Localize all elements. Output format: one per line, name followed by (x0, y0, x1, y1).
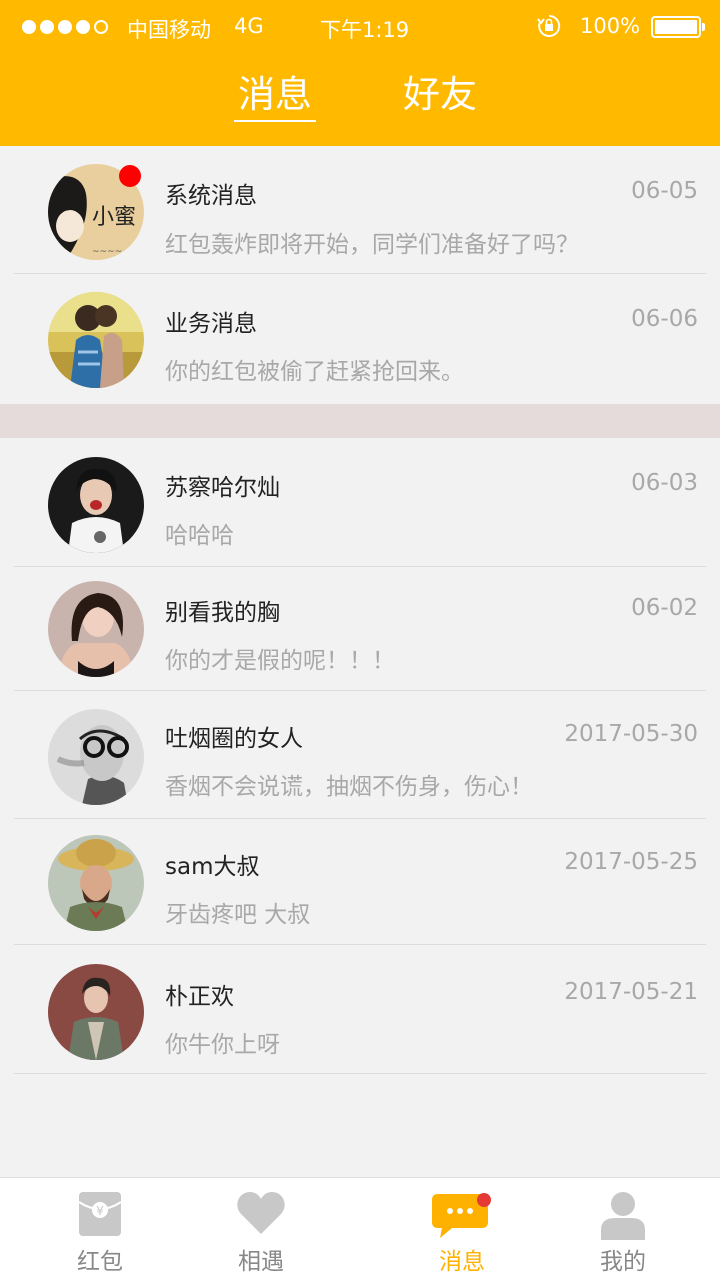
header-tabs: 消息 好友 (0, 70, 720, 126)
avatar (48, 964, 144, 1060)
person-icon (601, 1192, 645, 1240)
conversation-name: 吐烟圈的女人 (165, 726, 303, 752)
conversation-date: 06-05 (631, 178, 698, 204)
tab-friends[interactable]: 好友 (403, 70, 477, 120)
red-envelope-icon: ¥ (79, 1192, 121, 1236)
rotation-lock-icon (537, 14, 561, 37)
conversation-date: 06-03 (631, 470, 698, 496)
tabbar-label: 我的 (600, 1249, 646, 1275)
avatar (48, 292, 144, 388)
unread-badge (119, 165, 141, 187)
tabbar-label: 红包 (77, 1249, 123, 1275)
conversation-name: 系统消息 (165, 183, 257, 209)
list-item[interactable]: 别看我的胸 06-02 你的才是假的呢！！！ (0, 567, 720, 691)
system-message-list: 小蜜 ~~~~ 系统消息 06-05 红包轰炸即将开始，同学们准备好了吗？ 业务… (0, 146, 720, 404)
chat-list: 苏察哈尔灿 06-03 哈哈哈 别看我的胸 06-02 你的才是假的呢！！！ 吐… (0, 438, 720, 1074)
signal-strength-icon (22, 20, 108, 34)
conversation-name: 朴正欢 (165, 984, 234, 1010)
list-item[interactable]: 业务消息 06-06 你的红包被偷了赶紧抢回来。 (0, 274, 720, 404)
chat-bubble-icon (432, 1193, 491, 1238)
conversation-date: 2017-05-21 (564, 979, 698, 1005)
svg-text:¥: ¥ (96, 1204, 104, 1218)
tabbar-label: 相遇 (238, 1249, 284, 1275)
status-time: 下午1:19 (320, 18, 410, 42)
avatar (48, 835, 144, 931)
app-header: 中国移动 4G 下午1:19 100% 消息 好友 (0, 0, 720, 146)
avatar (48, 457, 144, 553)
list-item[interactable]: 苏察哈尔灿 06-03 哈哈哈 (0, 438, 720, 567)
status-bar: 中国移动 4G 下午1:19 100% (0, 14, 720, 42)
message-preview: 你牛你上呀 (165, 1032, 280, 1058)
avatar (48, 581, 144, 677)
tabbar-item-encounter[interactable]: 相遇 (201, 1178, 321, 1281)
list-item[interactable]: sam大叔 2017-05-25 牙齿疼吧 大叔 (0, 819, 720, 945)
message-preview: 红包轰炸即将开始，同学们准备好了吗？ (165, 232, 579, 258)
battery-icon (651, 16, 701, 38)
active-tab-indicator (234, 120, 316, 122)
message-preview: 你的才是假的呢！！！ (165, 648, 395, 674)
message-preview: 牙齿疼吧 大叔 (165, 902, 311, 928)
message-preview: 香烟不会说谎，抽烟不伤身，伤心！ (165, 774, 533, 800)
conversation-name: sam大叔 (165, 854, 260, 880)
conversation-name: 业务消息 (165, 311, 257, 337)
carrier-name: 中国移动 (127, 18, 211, 42)
conversation-name: 苏察哈尔灿 (165, 475, 280, 501)
tab-messages[interactable]: 消息 (238, 70, 312, 120)
list-item[interactable]: 朴正欢 2017-05-21 你牛你上呀 (0, 945, 720, 1074)
message-preview: 哈哈哈 (165, 523, 234, 549)
tabbar-item-messages[interactable]: 消息 (402, 1178, 522, 1281)
list-item[interactable]: 吐烟圈的女人 2017-05-30 香烟不会说谎，抽烟不伤身，伤心！ (0, 691, 720, 819)
avatar (48, 709, 144, 805)
section-divider (0, 404, 720, 438)
conversation-date: 06-06 (631, 306, 698, 332)
network-type: 4G (234, 14, 264, 38)
conversation-date: 2017-05-30 (564, 721, 698, 747)
tabbar-label: 消息 (439, 1249, 485, 1275)
avatar-text: 小蜜 (92, 205, 136, 230)
message-preview: 你的红包被偷了赶紧抢回来。 (165, 359, 464, 385)
conversation-date: 06-02 (631, 595, 698, 621)
heart-icon (237, 1192, 285, 1234)
battery-percent: 100% (580, 14, 641, 38)
bottom-tab-bar: ¥ 红包 相遇 消息 我的 (0, 1177, 720, 1281)
list-item[interactable]: 小蜜 ~~~~ 系统消息 06-05 红包轰炸即将开始，同学们准备好了吗？ (0, 146, 720, 274)
conversation-name: 别看我的胸 (165, 600, 280, 626)
svg-text:~~~~: ~~~~ (92, 247, 122, 257)
tabbar-item-me[interactable]: 我的 (563, 1178, 683, 1281)
conversation-date: 2017-05-25 (564, 849, 698, 875)
tabbar-item-red-envelope[interactable]: ¥ 红包 (40, 1178, 160, 1281)
